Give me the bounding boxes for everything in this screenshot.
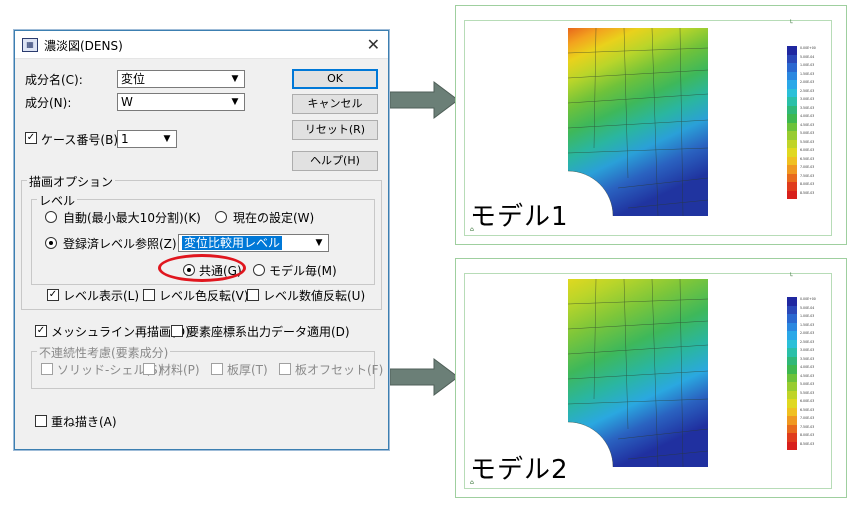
case-number-label: ケース番号(B):	[41, 133, 123, 147]
level-color-invert-label: レベル色反転(V)	[159, 289, 249, 303]
thickness-label: 板厚(T)	[227, 363, 268, 377]
component-select[interactable]: W ▼	[117, 93, 245, 111]
axis-triad-icon: └	[789, 273, 793, 280]
chevron-down-icon: ▼	[231, 74, 239, 84]
logo-icon: ⌂	[470, 479, 474, 486]
dens-dialog: ▦ 濃淡図(DENS) ✕ 成分名(C): 変位 ▼ 成分(N): W ▼ ✓ …	[14, 30, 389, 450]
model-2-label: モデル2	[470, 455, 569, 485]
component-name-label: 成分名(C):	[25, 73, 83, 87]
registered-level-select[interactable]: 変位比較用レベル ▼	[178, 234, 329, 252]
component-label: 成分(N):	[25, 96, 72, 110]
level-color-invert-checkbox[interactable]	[143, 289, 155, 301]
arrow-right-icon	[390, 358, 459, 396]
highlight-ring	[158, 254, 246, 282]
chevron-down-icon: ▼	[231, 97, 239, 107]
dialog-title: 濃淡図(DENS)	[44, 39, 123, 53]
contour-plot-2	[568, 279, 708, 468]
result-panel-1: モデル1 0.00E+00 5.00E-04 1.00E-03 1.50E-03 2…	[455, 5, 847, 245]
reset-button[interactable]: リセット(R)	[292, 120, 378, 140]
registered-level-label: 登録済レベル参照(Z)	[63, 237, 177, 251]
material-checkbox[interactable]	[143, 363, 155, 375]
case-number-checkbox[interactable]: ✓	[25, 132, 37, 144]
level-display-checkbox[interactable]: ✓	[47, 289, 59, 301]
auto-radio[interactable]	[45, 211, 57, 223]
logo-icon: ⌂	[470, 226, 474, 233]
draw-options-label: 描画オプション	[27, 173, 116, 190]
chevron-down-icon: ▼	[163, 134, 171, 144]
level-display-label: レベル表示(L)	[63, 289, 140, 303]
arrow-right-icon	[390, 81, 459, 119]
color-legend-1	[787, 46, 797, 199]
legend-values-2: 0.00E+00 5.00E-04 1.00E-03 1.50E-03 2.00E-…	[800, 297, 816, 446]
overlay-label: 重ね描き(A)	[51, 415, 117, 429]
per-model-label: モデル毎(M)	[269, 264, 337, 278]
mesh-redraw-label: メッシュライン再描画(O)	[51, 325, 190, 339]
discontinuity-label: 不連続性考慮(要素成分)	[37, 344, 171, 361]
per-model-radio[interactable]	[253, 264, 265, 276]
thickness-checkbox[interactable]	[211, 363, 223, 375]
current-settings-radio[interactable]	[215, 211, 227, 223]
auto-label: 自動(最小最大10分割)(K)	[63, 211, 201, 225]
cancel-button[interactable]: キャンセル	[292, 94, 378, 114]
element-coord-label: 要素座標系出力データ適用(D)	[187, 325, 350, 339]
component-name-value: 変位	[121, 72, 146, 86]
level-value-invert-checkbox[interactable]	[247, 289, 259, 301]
axis-triad-icon: └	[789, 20, 793, 27]
component-name-select[interactable]: 変位 ▼	[117, 70, 245, 88]
color-legend-2	[787, 297, 797, 450]
material-label: 材料(P)	[159, 363, 200, 377]
app-icon: ▦	[22, 38, 38, 52]
current-settings-label: 現在の設定(W)	[233, 211, 315, 225]
title-bar: ▦ 濃淡図(DENS) ✕	[15, 31, 388, 59]
plate-offset-label: 板オフセット(F)	[295, 363, 384, 377]
level-value-invert-label: レベル数値反転(U)	[263, 289, 366, 303]
case-number-value: 1	[121, 132, 129, 146]
model-1-label: モデル1	[470, 202, 569, 232]
mesh-redraw-checkbox[interactable]: ✓	[35, 325, 47, 337]
overlay-checkbox[interactable]	[35, 415, 47, 427]
legend-values-1: 0.00E+00 5.00E-04 1.00E-03 1.50E-03 2.00E-…	[800, 46, 816, 195]
registered-level-radio[interactable]	[45, 237, 57, 249]
solid-shell-checkbox[interactable]	[41, 363, 53, 375]
registered-level-value: 変位比較用レベル	[182, 236, 283, 250]
ok-button[interactable]: OK	[292, 69, 378, 89]
level-group-label: レベル	[37, 192, 78, 209]
contour-plot-1	[568, 28, 708, 217]
component-value: W	[121, 95, 133, 109]
element-coord-checkbox[interactable]	[171, 325, 183, 337]
plate-offset-checkbox[interactable]	[279, 363, 291, 375]
chevron-down-icon: ▼	[315, 238, 323, 248]
case-number-select[interactable]: 1 ▼	[117, 130, 177, 148]
close-icon[interactable]: ✕	[367, 35, 380, 54]
result-panel-2: モデル2 0.00E+00 5.00E-04 1.00E-03 1.50E-03 2…	[455, 258, 847, 498]
help-button[interactable]: ヘルプ(H)	[292, 151, 378, 171]
